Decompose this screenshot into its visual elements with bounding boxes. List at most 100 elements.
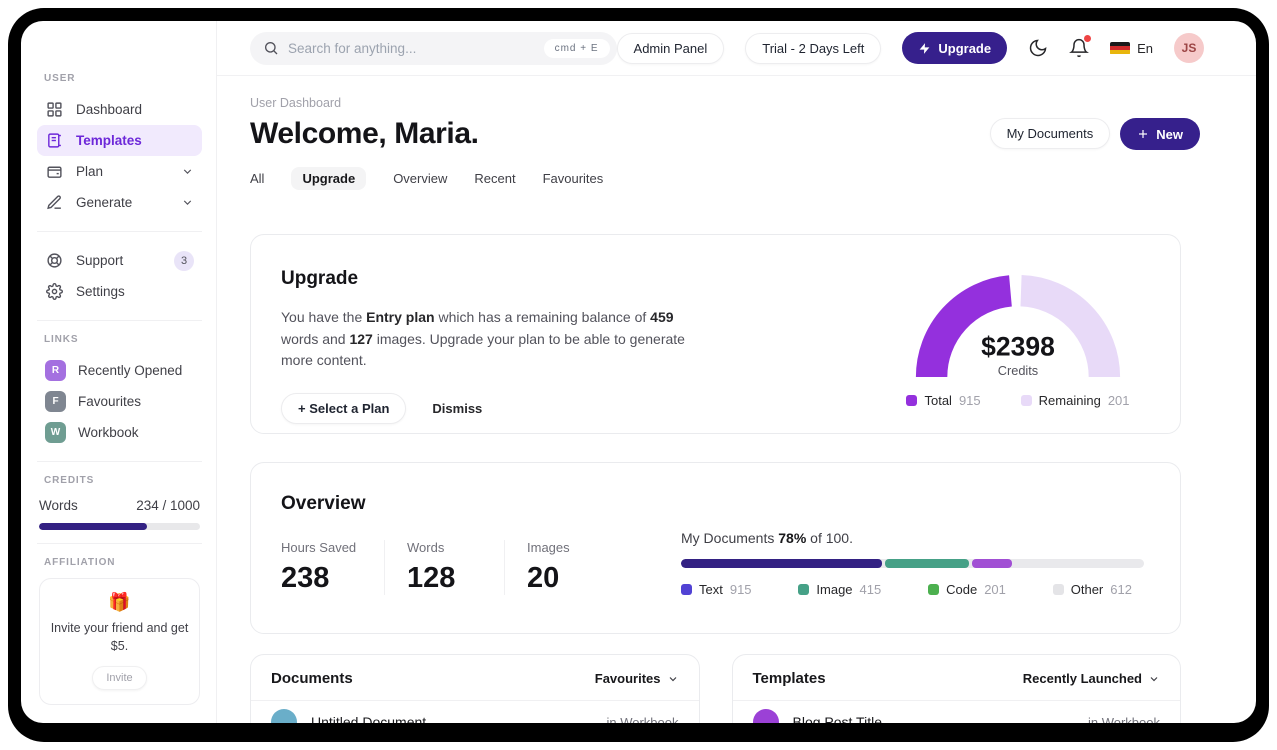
content-area: User Dashboard Welcome, Maria. My Docume… bbox=[217, 76, 1256, 723]
tab-favourites[interactable]: Favourites bbox=[543, 171, 604, 186]
search-icon bbox=[263, 40, 279, 56]
topbar: cmd + E Admin Panel Trial - 2 Days Left … bbox=[217, 21, 1256, 76]
template-location: in Workbook bbox=[1087, 714, 1160, 724]
chevron-down-icon bbox=[181, 196, 194, 209]
grid-icon bbox=[45, 101, 63, 119]
recently-opened-badge: R bbox=[45, 360, 66, 381]
other-swatch bbox=[1052, 584, 1064, 595]
overview-card: Overview Hours Saved 238 Words 128 Image… bbox=[250, 462, 1181, 634]
gear-icon bbox=[45, 283, 63, 301]
sidebar-link-label: Favourites bbox=[78, 394, 142, 409]
template-row[interactable]: Blog Post Title in Workbook bbox=[733, 701, 1181, 723]
sidebar-divider bbox=[37, 320, 202, 321]
document-avatar bbox=[271, 709, 297, 723]
tab-overview[interactable]: Overview bbox=[393, 171, 447, 186]
gauge-value: $2398 bbox=[981, 331, 1055, 361]
legend-total: Total 915 bbox=[906, 393, 981, 408]
upgrade-card: Upgrade You have the Entry plan which ha… bbox=[250, 234, 1181, 434]
templates-card-title: Templates bbox=[752, 670, 826, 687]
dark-mode-icon[interactable] bbox=[1028, 38, 1048, 58]
upgrade-card-body: You have the Entry plan which has a rema… bbox=[281, 309, 685, 369]
tab-recent[interactable]: Recent bbox=[474, 171, 515, 186]
upgrade-card-title: Upgrade bbox=[281, 268, 359, 289]
sidebar-section-links: LINKS bbox=[44, 334, 79, 345]
document-location: in Workbook bbox=[606, 714, 679, 724]
sidebar-item-plan[interactable]: Plan bbox=[37, 156, 202, 187]
sidebar-item-label: Templates bbox=[76, 133, 142, 148]
legend-text: Text 915 bbox=[681, 582, 752, 597]
templates-icon bbox=[45, 132, 63, 150]
credits-words-value: 234 / 1000 bbox=[136, 498, 200, 513]
lifebuoy-icon bbox=[45, 252, 63, 270]
sidebar-link-label: Workbook bbox=[78, 425, 139, 440]
flag-de-icon[interactable] bbox=[1110, 41, 1131, 55]
invite-button[interactable]: Invite bbox=[92, 666, 147, 691]
sidebar-item-settings[interactable]: Settings bbox=[37, 276, 202, 307]
sidebar-item-label: Dashboard bbox=[76, 102, 143, 117]
new-button[interactable]: New bbox=[1120, 118, 1200, 150]
language-label[interactable]: En bbox=[1137, 41, 1153, 56]
search-bar[interactable]: cmd + E bbox=[250, 31, 617, 65]
plus-icon bbox=[1137, 128, 1149, 140]
documents-card: Documents Favourites Untitled Document i… bbox=[250, 654, 700, 723]
upgrade-button[interactable]: Upgrade bbox=[902, 32, 1008, 64]
gauge-label: Credits bbox=[998, 363, 1038, 378]
legend-remaining: Remaining 201 bbox=[1020, 393, 1130, 408]
chevron-down-icon bbox=[181, 165, 194, 178]
wallet-icon bbox=[45, 163, 63, 181]
sidebar-item-support[interactable]: Support 3 bbox=[37, 245, 202, 276]
select-plan-button[interactable]: + Select a Plan bbox=[281, 393, 407, 425]
dismiss-button[interactable]: Dismiss bbox=[432, 401, 482, 416]
credits-words-label: Words bbox=[39, 498, 78, 513]
sidebar-link-workbook[interactable]: W Workbook bbox=[37, 417, 202, 448]
sidebar-item-label: Support bbox=[76, 253, 124, 268]
notification-dot bbox=[1084, 35, 1092, 42]
sidebar-divider bbox=[37, 543, 202, 544]
sidebar-item-label: Settings bbox=[76, 284, 125, 299]
credits-gauge: $2398 Credits Total 915 Remaining 201 bbox=[898, 268, 1138, 433]
documents-filter-dropdown[interactable]: Favourites bbox=[595, 671, 679, 686]
template-name: Blog Post Title bbox=[792, 714, 883, 723]
sidebar-divider bbox=[37, 231, 202, 232]
tab-all[interactable]: All bbox=[250, 171, 264, 186]
sidebar-link-favourites[interactable]: F Favourites bbox=[37, 386, 202, 417]
bar-segment-code bbox=[971, 559, 1012, 568]
my-documents-button[interactable]: My Documents bbox=[989, 118, 1111, 149]
lightning-icon bbox=[918, 42, 931, 55]
tab-upgrade[interactable]: Upgrade bbox=[291, 166, 367, 190]
overview-stats: Hours Saved 238 Words 128 Images 20 bbox=[281, 540, 625, 595]
stat-words: Words 128 bbox=[385, 540, 505, 595]
image-swatch bbox=[798, 584, 810, 595]
documents-card-title: Documents bbox=[271, 670, 353, 687]
half-donut-chart: $2398 Credits bbox=[915, 275, 1121, 378]
bar-segment-image bbox=[885, 559, 969, 568]
sidebar-section-affiliation: AFFILIATION bbox=[44, 557, 116, 568]
total-swatch bbox=[906, 395, 918, 406]
admin-panel-button[interactable]: Admin Panel bbox=[616, 32, 725, 64]
search-input[interactable] bbox=[288, 40, 544, 56]
documents-progress-label: My Documents 78% of 100. bbox=[681, 530, 853, 546]
sidebar: USER Dashboard Templates Plan Generate S… bbox=[21, 21, 217, 723]
sidebar-link-recently-opened[interactable]: R Recently Opened bbox=[37, 355, 202, 386]
affiliation-text: Invite your friend and get $5. bbox=[50, 621, 189, 654]
credits-progress-bar bbox=[39, 523, 200, 530]
chevron-down-icon bbox=[1150, 676, 1158, 681]
affiliation-card: 🎁 Invite your friend and get $5. Invite bbox=[39, 578, 200, 706]
window-frame: USER Dashboard Templates Plan Generate S… bbox=[8, 8, 1269, 742]
sidebar-item-templates[interactable]: Templates bbox=[37, 125, 202, 156]
sidebar-item-dashboard[interactable]: Dashboard bbox=[37, 94, 202, 125]
legend-other: Other 612 bbox=[1052, 582, 1132, 597]
templates-filter-dropdown[interactable]: Recently Launched bbox=[1023, 671, 1160, 686]
search-shortcut-badge: cmd + E bbox=[543, 38, 610, 58]
breadcrumb: User Dashboard bbox=[250, 96, 342, 110]
stat-images: Images 20 bbox=[527, 540, 570, 594]
notifications-bell-icon[interactable] bbox=[1069, 35, 1092, 58]
document-name: Untitled Document bbox=[311, 714, 427, 723]
templates-card: Templates Recently Launched Blog Post Ti… bbox=[731, 654, 1181, 723]
document-row[interactable]: Untitled Document in Workbook bbox=[251, 701, 699, 723]
user-avatar[interactable]: JS bbox=[1174, 33, 1204, 63]
sidebar-item-generate[interactable]: Generate bbox=[37, 187, 202, 218]
template-avatar bbox=[752, 709, 779, 723]
trial-badge-button[interactable]: Trial - 2 Days Left bbox=[745, 32, 882, 64]
gauge-legend: Total 915 Remaining 201 bbox=[906, 393, 1130, 408]
